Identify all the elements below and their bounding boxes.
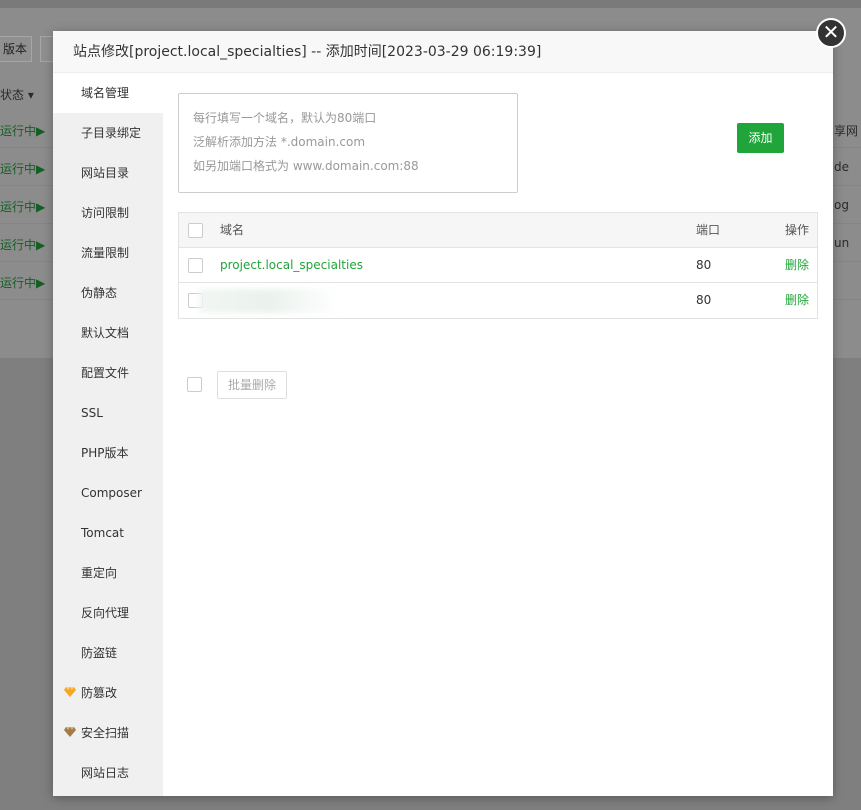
- domain-table: 域名 端口 操作 project.local_specialties 80 删除…: [178, 212, 818, 319]
- batch-delete-button[interactable]: 批量删除: [217, 371, 287, 399]
- close-icon[interactable]: ✕: [816, 18, 846, 48]
- sidebar-item-reverse-proxy[interactable]: 反向代理: [53, 593, 163, 633]
- table-row: 80 删除: [179, 283, 817, 318]
- domain-management-panel: 每行填写一个域名，默认为80端口 泛解析添加方法 *.domain.com 如另…: [163, 73, 833, 796]
- sidebar-item-domain-management[interactable]: 域名管理: [53, 73, 163, 113]
- sidebar-item-rewrite[interactable]: 伪静态: [53, 273, 163, 313]
- dialog-title: 站点修改[project.local_specialties] -- 添加时间[…: [53, 31, 833, 73]
- sidebar-item-config-file[interactable]: 配置文件: [53, 353, 163, 393]
- domain-input-hint: 每行填写一个域名，默认为80端口: [193, 111, 377, 125]
- sidebar-item-hotlink-protection[interactable]: 防盗链: [53, 633, 163, 673]
- column-header-action: 操作: [785, 223, 810, 237]
- gem-gold-icon: [64, 687, 76, 697]
- column-header-domain: 域名: [220, 223, 245, 237]
- background-topbar: [0, 0, 861, 8]
- bg-status-header: 状态 ▾: [0, 88, 34, 102]
- sidebar-item-access-limit[interactable]: 访问限制: [53, 193, 163, 233]
- bg-button: [40, 36, 54, 62]
- domain-input[interactable]: 每行填写一个域名，默认为80端口 泛解析添加方法 *.domain.com 如另…: [178, 93, 518, 193]
- sidebar-item-tomcat[interactable]: Tomcat: [53, 513, 163, 553]
- sidebar-item-security-scan[interactable]: 安全扫描: [53, 713, 163, 753]
- column-header-port: 端口: [696, 223, 721, 237]
- redacted-domain: [199, 289, 339, 313]
- sidebar-item-default-document[interactable]: 默认文档: [53, 313, 163, 353]
- delete-link[interactable]: 删除: [785, 248, 809, 283]
- port-value: 80: [696, 258, 712, 272]
- add-domain-button[interactable]: 添加: [737, 123, 784, 153]
- site-edit-dialog: 站点修改[project.local_specialties] -- 添加时间[…: [53, 31, 833, 796]
- sidebar-item-site-log[interactable]: 网站日志: [53, 753, 163, 793]
- batch-select-checkbox[interactable]: [187, 377, 202, 392]
- sidebar-item-tamper-proof[interactable]: 防篡改: [53, 673, 163, 713]
- delete-link[interactable]: 删除: [785, 283, 809, 318]
- sidebar-item-redirect[interactable]: 重定向: [53, 553, 163, 593]
- sidebar-item-subdirectory-binding[interactable]: 子目录绑定: [53, 113, 163, 153]
- sidebar-item-traffic-limit[interactable]: 流量限制: [53, 233, 163, 273]
- table-header: 域名 端口 操作: [179, 213, 817, 248]
- table-row: project.local_specialties 80 删除: [179, 248, 817, 283]
- gem-brown-icon: [64, 727, 76, 737]
- sidebar-item-ssl[interactable]: SSL: [53, 393, 163, 433]
- sidebar-item-php-version[interactable]: PHP版本: [53, 433, 163, 473]
- bg-version-button: 版本: [0, 36, 33, 62]
- domain-input-hint: 泛解析添加方法 *.domain.com: [193, 135, 366, 149]
- select-all-checkbox[interactable]: [188, 223, 203, 238]
- sidebar-item-composer[interactable]: Composer: [53, 473, 163, 513]
- sidebar-item-site-directory[interactable]: 网站目录: [53, 153, 163, 193]
- domain-input-hint: 如另加端口格式为 www.domain.com:88: [193, 159, 419, 173]
- row-checkbox[interactable]: [188, 258, 203, 273]
- dialog-sidebar: 域名管理 子目录绑定 网站目录 访问限制 流量限制 伪静态 默认文档 配置文件 …: [53, 73, 163, 796]
- domain-link[interactable]: project.local_specialties: [220, 248, 363, 283]
- port-value: 80: [696, 293, 712, 307]
